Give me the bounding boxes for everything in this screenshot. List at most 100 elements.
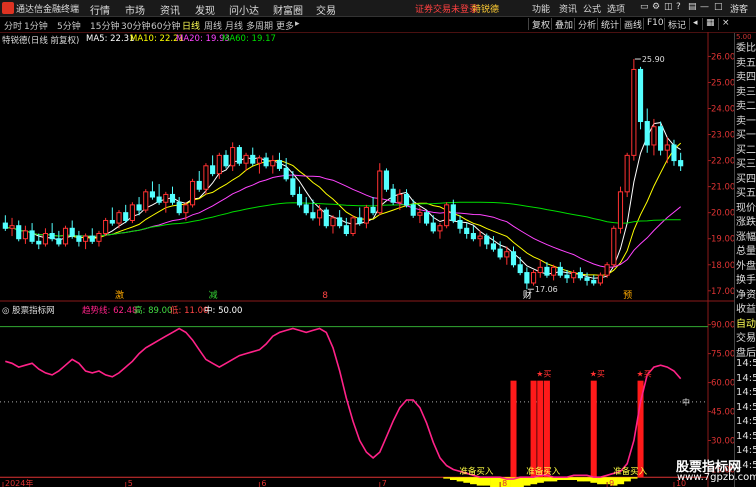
candle-body[interactable] <box>517 264 523 274</box>
candle-body[interactable] <box>390 188 396 203</box>
candle-body[interactable] <box>29 230 35 242</box>
candle-body[interactable] <box>437 225 443 232</box>
quote-row-label[interactable]: 总量 <box>736 242 756 257</box>
candle-body[interactable] <box>363 206 369 224</box>
candle-body[interactable] <box>243 154 249 164</box>
buy-arrow-label[interactable]: ★买 <box>637 370 652 379</box>
candle-body[interactable] <box>216 154 222 175</box>
quote-row-label[interactable]: 现价 <box>736 199 756 214</box>
candle-body[interactable] <box>323 209 329 227</box>
candle-body[interactable] <box>343 225 349 234</box>
candle-body[interactable] <box>330 217 336 227</box>
quote-row-label[interactable]: 卖三 <box>736 83 756 98</box>
buy-arrow-label[interactable]: ★买 <box>590 370 605 379</box>
candle-body[interactable] <box>163 193 169 203</box>
candle-body[interactable] <box>470 233 476 240</box>
quote-row-label[interactable]: 收益 <box>736 300 756 315</box>
candle-body[interactable] <box>270 160 276 167</box>
candle-body[interactable] <box>597 274 603 284</box>
quote-row-label[interactable]: 14:50 <box>736 373 756 384</box>
candle-body[interactable] <box>183 204 189 214</box>
candle-body[interactable] <box>417 212 423 216</box>
quote-row-label[interactable]: 买五 <box>736 184 756 199</box>
event-marker[interactable]: 预 <box>623 290 632 301</box>
candle-body[interactable] <box>236 147 242 164</box>
quote-row-label[interactable]: 14:50 <box>736 402 756 413</box>
buy-signal-bar[interactable] <box>590 380 597 478</box>
candle-body[interactable] <box>484 235 490 245</box>
candle-body[interactable] <box>490 243 497 250</box>
candle-body[interactable] <box>644 121 650 146</box>
candle-body[interactable] <box>9 225 15 229</box>
candle-body[interactable] <box>604 264 610 276</box>
quote-row-label[interactable]: 换手 <box>736 271 756 286</box>
candle-body[interactable] <box>263 157 269 167</box>
quote-row-label[interactable]: 涨幅 <box>736 228 756 243</box>
quote-row-label[interactable]: 自动 <box>736 315 756 330</box>
quote-row-label[interactable]: 买一 <box>736 126 756 141</box>
quote-row-label[interactable]: 14:50 <box>736 431 756 442</box>
candle-body[interactable] <box>76 235 82 242</box>
quote-row-label[interactable]: 卖四 <box>736 68 756 83</box>
buy-signal-bar[interactable] <box>537 380 544 478</box>
candle-body[interactable] <box>136 204 142 211</box>
quote-row-label[interactable]: 卖五 <box>736 54 756 69</box>
candle-body[interactable] <box>651 126 657 146</box>
candle-body[interactable] <box>631 68 637 156</box>
candle-body[interactable] <box>497 248 503 258</box>
candle-body[interactable] <box>510 251 517 266</box>
quote-row-label[interactable]: 买四 <box>736 170 756 185</box>
candle-body[interactable] <box>457 219 463 229</box>
quote-row-label[interactable]: 盘后 <box>736 344 756 359</box>
candle-body[interactable] <box>504 251 510 258</box>
candle-body[interactable] <box>36 240 42 245</box>
event-marker[interactable]: 减 <box>209 289 218 301</box>
candle-body[interactable] <box>56 238 62 245</box>
candle-body[interactable] <box>357 217 363 224</box>
candle-body[interactable] <box>464 227 470 235</box>
candle-body[interactable] <box>250 154 256 164</box>
candle-body[interactable] <box>276 160 283 169</box>
candle-body[interactable] <box>544 266 550 276</box>
candle-body[interactable] <box>42 233 49 245</box>
quote-row-label[interactable]: 买二 <box>736 141 756 156</box>
quote-row-label[interactable]: 外盘 <box>736 257 756 272</box>
candle-body[interactable] <box>383 170 390 190</box>
candle-body[interactable] <box>2 222 8 229</box>
candle-body[interactable] <box>129 204 135 221</box>
candle-body[interactable] <box>143 191 149 211</box>
quote-row-label[interactable]: 卖二 <box>736 97 756 112</box>
candle-body[interactable] <box>671 144 677 162</box>
quote-row-label[interactable]: 14:50 <box>736 358 756 369</box>
candle-body[interactable] <box>283 167 289 180</box>
quote-row-label[interactable]: 14:50 <box>736 416 756 427</box>
quote-row-label[interactable]: 卖一 <box>736 112 756 127</box>
candle-body[interactable] <box>89 235 95 242</box>
candle-body[interactable] <box>611 227 617 266</box>
candle-body[interactable] <box>377 170 383 214</box>
candle-body[interactable] <box>658 126 664 151</box>
quote-row-label[interactable]: 14:50 <box>736 387 756 398</box>
candle-body[interactable] <box>149 191 156 198</box>
candle-body[interactable] <box>591 279 597 284</box>
candle-body[interactable] <box>310 212 316 219</box>
candle-body[interactable] <box>664 144 670 151</box>
quote-row-label[interactable]: 净资 <box>736 286 756 301</box>
candle-body[interactable] <box>577 272 583 279</box>
candle-body[interactable] <box>564 274 570 279</box>
candle-body[interactable] <box>617 191 624 229</box>
candle-body[interactable] <box>210 165 216 175</box>
candle-body[interactable] <box>290 178 296 195</box>
candle-body[interactable] <box>303 204 309 214</box>
candle-body[interactable] <box>22 230 28 240</box>
candle-body[interactable] <box>524 272 530 284</box>
candle-body[interactable] <box>103 219 109 235</box>
candle-body[interactable] <box>196 180 202 190</box>
candle-body[interactable] <box>624 154 630 193</box>
candle-body[interactable] <box>156 196 162 203</box>
event-marker[interactable]: 财 <box>523 289 532 301</box>
candle-body[interactable] <box>530 272 537 284</box>
candle-body[interactable] <box>83 235 89 242</box>
candle-body[interactable] <box>370 206 376 214</box>
candle-body[interactable] <box>424 212 430 224</box>
